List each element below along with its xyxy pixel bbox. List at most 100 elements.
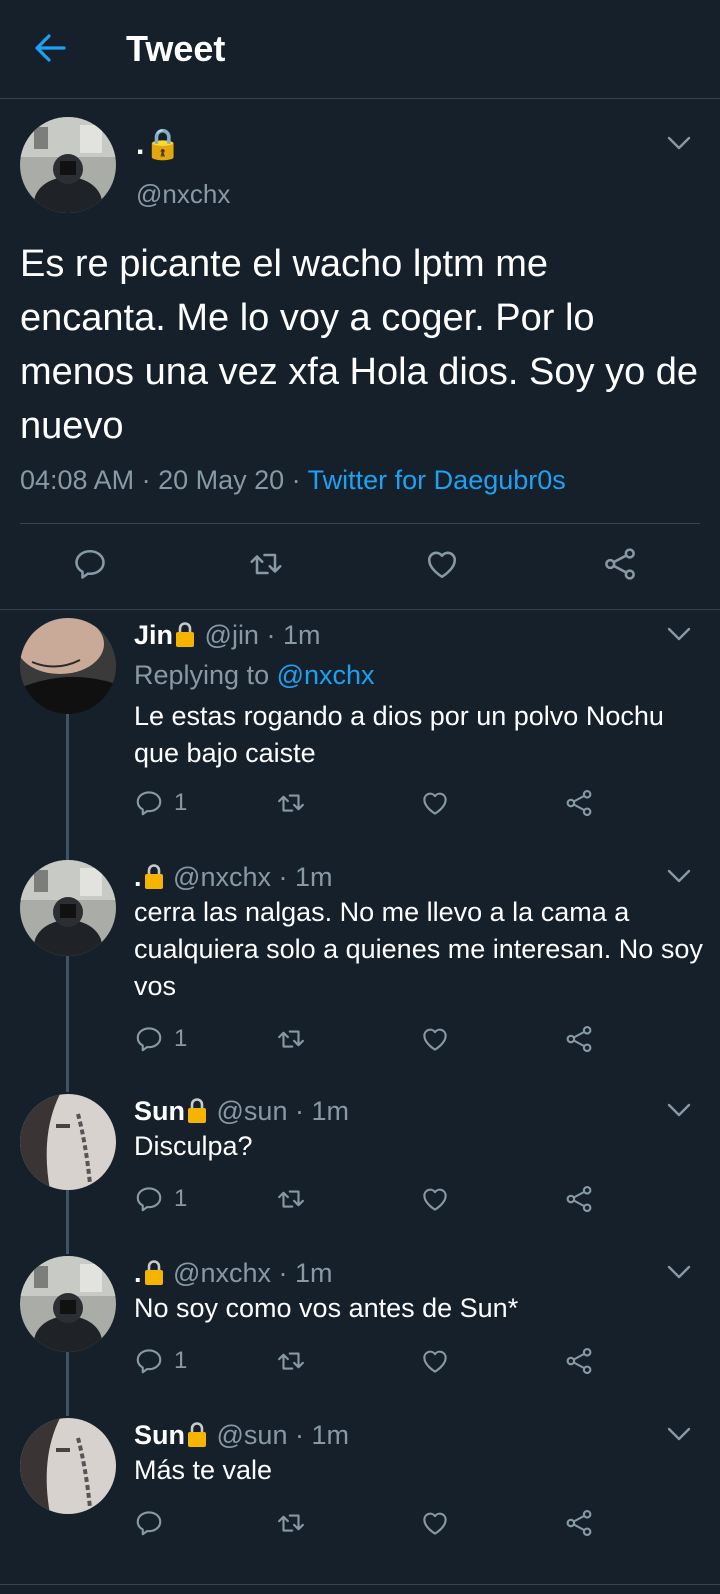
back-arrow-icon[interactable] (32, 30, 68, 66)
chevron-down-icon[interactable] (666, 135, 692, 151)
like-button[interactable] (420, 1024, 450, 1054)
avatar[interactable] (20, 618, 116, 714)
share-button[interactable] (602, 546, 638, 582)
chevron-down-icon[interactable] (666, 1426, 692, 1442)
like-icon (420, 1184, 450, 1214)
avatar[interactable] (20, 1418, 116, 1514)
lock-icon (142, 862, 166, 890)
tweet-meta: 04:08 AM · 20 May 20 · Twitter for Daegu… (20, 465, 566, 496)
author-handle-time: @nxchx · 1m (173, 862, 333, 892)
reply-text: Disculpa? (134, 1131, 253, 1161)
reply-count: 1 (174, 1025, 188, 1052)
share-button[interactable] (564, 1508, 594, 1538)
like-button[interactable] (420, 788, 450, 818)
author-name[interactable]: Jin (134, 620, 173, 650)
lock-icon (142, 1258, 166, 1286)
reply-header: . @nxchx · 1m (134, 862, 332, 893)
reply-text: Le estas rogando a dios por un polvo Noc… (134, 701, 664, 768)
retweet-button[interactable] (248, 546, 284, 582)
retweet-button[interactable] (276, 1184, 306, 1214)
reply-button[interactable] (72, 546, 108, 582)
divider (0, 1584, 720, 1585)
reply-tweet[interactable]: . @nxchx · 1m cerra las nalgas. No me ll… (0, 860, 720, 1080)
author-handle-time: @nxchx · 1m (173, 1258, 333, 1288)
retweet-icon (248, 546, 284, 582)
reply-count: 1 (174, 789, 188, 816)
reply-icon (72, 546, 108, 582)
like-button[interactable] (420, 1508, 450, 1538)
reply-header: . @nxchx · 1m (134, 1258, 332, 1289)
reply-header: Sun @sun · 1m (134, 1420, 349, 1451)
tweet-actions (0, 524, 720, 608)
avatar[interactable] (20, 1256, 116, 1352)
reply-actions: 1 (134, 1024, 614, 1064)
like-icon (424, 546, 460, 582)
reply-actions: 1 (134, 1184, 614, 1224)
like-icon (420, 1508, 450, 1538)
replying-to-handle[interactable]: @nxchx (277, 660, 375, 690)
chevron-down-icon[interactable] (666, 1264, 692, 1280)
author-name[interactable]: . (134, 1258, 142, 1288)
reply-text: No soy como vos antes de Sun* (134, 1293, 519, 1323)
replying-label: Replying to (134, 660, 277, 690)
retweet-button[interactable] (276, 1508, 306, 1538)
reply-button[interactable]: 1 (134, 788, 187, 818)
share-icon (602, 546, 638, 582)
retweet-icon (276, 1346, 306, 1376)
like-button[interactable] (424, 546, 460, 582)
lock-icon (185, 1420, 209, 1448)
like-icon (420, 1346, 450, 1376)
reply-button[interactable]: 1 (134, 1024, 187, 1054)
reply-actions: 1 (134, 788, 614, 828)
reply-text: cerra las nalgas. No me llevo a la cama … (134, 897, 703, 1001)
retweet-button[interactable] (276, 1024, 306, 1054)
retweet-icon (276, 788, 306, 818)
share-button[interactable] (564, 1024, 594, 1054)
share-button[interactable] (564, 1184, 594, 1214)
share-icon (564, 1184, 594, 1214)
reply-tweet[interactable]: Sun @sun · 1m Disculpa? 1 (0, 1094, 720, 1244)
chevron-down-icon[interactable] (666, 868, 692, 884)
share-button[interactable] (564, 1346, 594, 1376)
tweet-source-link[interactable]: Twitter for Daegubr0s (308, 465, 566, 495)
chevron-down-icon[interactable] (666, 1102, 692, 1118)
avatar[interactable] (20, 860, 116, 956)
retweet-button[interactable] (276, 1346, 306, 1376)
like-button[interactable] (420, 1346, 450, 1376)
reply-header: Jin @jin · 1m (134, 620, 320, 651)
share-icon (564, 1024, 594, 1054)
share-icon (564, 1346, 594, 1376)
reply-tweet[interactable]: Jin @jin · 1m Replying to @nxchx Le esta… (0, 618, 720, 848)
retweet-icon (276, 1184, 306, 1214)
tweet-text: Es re picante el wacho lptm me encanta. … (20, 243, 699, 447)
reply-count: 1 (174, 1347, 188, 1374)
tweet-timestamp: 04:08 AM · 20 May 20 · (20, 465, 308, 495)
reply-button[interactable]: 1 (134, 1184, 187, 1214)
author-handle[interactable]: @nxchx (136, 179, 230, 210)
reply-tweet[interactable]: Sun @sun · 1m Más te vale (0, 1418, 720, 1568)
author-name[interactable]: Sun (134, 1420, 185, 1450)
like-icon (420, 788, 450, 818)
author-name[interactable]: .🔒 (136, 127, 182, 162)
like-icon (420, 1024, 450, 1054)
replying-to: Replying to @nxchx (134, 660, 375, 691)
avatar[interactable] (20, 117, 116, 213)
retweet-button[interactable] (276, 788, 306, 818)
author-name[interactable]: Sun (134, 1096, 185, 1126)
reply-button[interactable] (134, 1508, 174, 1538)
reply-button[interactable]: 1 (134, 1346, 187, 1376)
like-button[interactable] (420, 1184, 450, 1214)
reply-tweet[interactable]: . @nxchx · 1m No soy como vos antes de S… (0, 1256, 720, 1406)
page-title: Tweet (126, 28, 226, 69)
reply-icon (134, 1184, 164, 1214)
chevron-down-icon[interactable] (666, 626, 692, 642)
avatar[interactable] (20, 1094, 116, 1190)
reply-text: Más te vale (134, 1455, 273, 1485)
retweet-icon (276, 1024, 306, 1054)
retweet-icon (276, 1508, 306, 1538)
top-bar: Tweet (0, 0, 720, 99)
author-handle-time: @sun · 1m (216, 1096, 349, 1126)
author-name[interactable]: . (134, 862, 142, 892)
share-button[interactable] (564, 788, 594, 818)
main-tweet: .🔒 @nxchx Es re picante el wacho lptm me… (0, 99, 720, 610)
